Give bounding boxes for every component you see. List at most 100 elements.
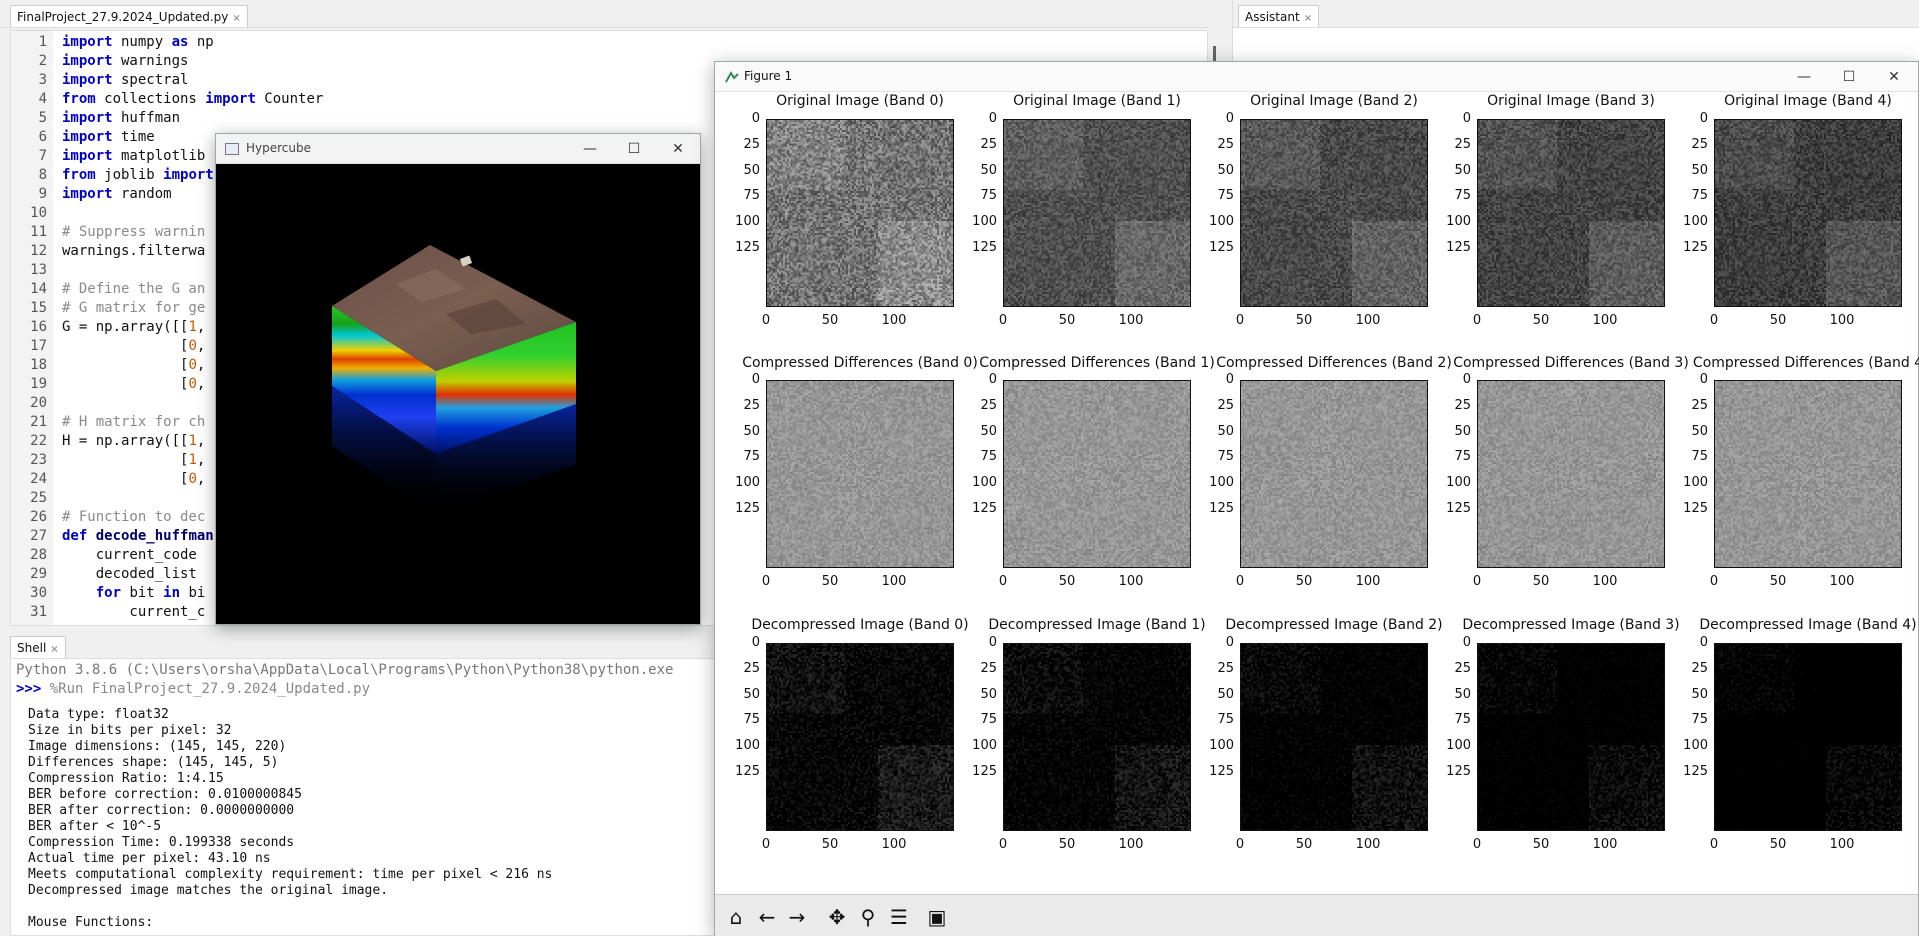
code-token: 1 <box>188 319 197 335</box>
close-button[interactable]: ✕ <box>666 138 690 160</box>
shell-tab[interactable]: Shell × <box>10 636 66 658</box>
minimize-button[interactable]: — <box>578 138 602 160</box>
back-arrow-icon[interactable]: ← <box>753 903 781 931</box>
x-tick-label: 0 <box>761 574 771 589</box>
close-tab-icon[interactable]: × <box>50 644 58 655</box>
figure-titlebar[interactable]: Figure 1 — ☐ ✕ <box>715 62 1918 92</box>
maximize-button[interactable]: ☐ <box>622 138 646 160</box>
y-tick-label: 25 <box>743 397 760 413</box>
minimize-button[interactable]: — <box>1792 66 1816 88</box>
close-button[interactable]: ✕ <box>1882 66 1906 88</box>
x-tick-label: 0 <box>1709 574 1719 589</box>
y-tick-label: 100 <box>1209 738 1234 754</box>
code-token: import <box>62 148 113 164</box>
y-tick-label: 50 <box>980 423 997 439</box>
code-token: [ <box>62 452 189 468</box>
zoom-magnifier-icon[interactable]: ⚲ <box>854 903 882 931</box>
x-tick-label: 50 <box>1532 837 1550 852</box>
code-token: , <box>196 471 206 487</box>
band-image-pixels <box>767 644 953 830</box>
x-tick-label: 100 <box>1118 837 1144 852</box>
y-tick-label: 25 <box>980 136 997 152</box>
y-tick-label: 100 <box>735 475 760 491</box>
shell-output-line: Mouse Functions: <box>28 915 154 930</box>
editor-scrollbar[interactable] <box>1213 46 1216 62</box>
subplot-title: Original Image (Band 4) <box>1724 93 1892 109</box>
close-tab-icon[interactable]: × <box>232 13 240 24</box>
y-tick-label: 50 <box>1217 686 1234 702</box>
y-tick-label: 25 <box>1691 136 1708 152</box>
y-tick-label: 75 <box>1691 712 1708 728</box>
y-tick-label: 125 <box>1446 240 1471 255</box>
y-tick-label: 100 <box>972 214 997 230</box>
line-number: 14 <box>30 281 47 297</box>
y-tick-label: 0 <box>1225 635 1234 650</box>
line-number: 8 <box>38 167 47 183</box>
code-line: import spectral <box>62 72 188 88</box>
code-token: 0 <box>188 471 197 487</box>
line-number: 28 <box>30 547 47 563</box>
editor-tabbar: FinalProject_27.9.2024_Updated.py × <box>0 0 1208 28</box>
line-number: 6 <box>38 129 47 145</box>
subplot-title: Original Image (Band 1) <box>1013 93 1181 109</box>
line-number: 4 <box>38 91 47 107</box>
x-tick-label: 0 <box>1235 837 1245 852</box>
y-tick-label: 25 <box>1454 660 1471 676</box>
y-tick-label: 50 <box>980 162 997 178</box>
band-image-pixels <box>1004 644 1190 830</box>
x-tick-label: 100 <box>1355 837 1381 852</box>
y-tick-label: 25 <box>1691 660 1708 676</box>
y-tick-label: 75 <box>1454 449 1471 465</box>
y-tick-label: 100 <box>972 475 997 491</box>
hypercube-render[interactable] <box>216 164 700 624</box>
assistant-tab-label: Assistant <box>1245 10 1300 24</box>
assistant-tab[interactable]: Assistant × <box>1238 5 1320 27</box>
y-tick-label: 100 <box>1446 214 1471 230</box>
line-number: 29 <box>30 566 47 582</box>
y-tick-label: 125 <box>972 501 997 516</box>
editor-tab[interactable]: FinalProject_27.9.2024_Updated.py × <box>10 5 248 27</box>
x-tick-label: 100 <box>1829 574 1855 589</box>
y-tick-label: 50 <box>743 423 760 439</box>
x-tick-label: 0 <box>1472 313 1482 328</box>
python-version-line: Python 3.8.6 (C:\Users\orsha\AppData\Loc… <box>16 662 674 678</box>
close-tab-icon[interactable]: × <box>1304 13 1312 24</box>
line-number: 10 <box>30 205 47 221</box>
pan-move-icon[interactable]: ✥ <box>823 903 851 931</box>
band-image-axes <box>1240 119 1428 307</box>
band-image-axes <box>1240 643 1428 831</box>
y-tick-label: 75 <box>1454 712 1471 728</box>
y-tick-label: 25 <box>1454 136 1471 152</box>
y-tick-label: 0 <box>1462 635 1471 650</box>
code-token: decoded_list <box>62 566 206 582</box>
forward-arrow-icon[interactable]: → <box>783 903 811 931</box>
figure-window[interactable]: Figure 1 — ☐ ✕ Original Image (Band 0) 0 2… <box>714 61 1919 936</box>
x-tick-label: 0 <box>1235 313 1245 328</box>
window-app-icon <box>225 143 239 155</box>
code-token: [ <box>62 338 189 354</box>
y-tick-label: 0 <box>751 111 760 126</box>
y-tick-label: 100 <box>1209 475 1234 491</box>
y-tick-label: 125 <box>1209 501 1234 516</box>
line-number: 25 <box>30 490 47 506</box>
code-token: from <box>62 91 96 107</box>
home-icon[interactable]: ⌂ <box>722 903 750 931</box>
hypercube-window[interactable]: Hypercube — ☐ ✕ <box>215 133 701 625</box>
x-tick-label: 0 <box>1235 574 1245 589</box>
line-number: 22 <box>30 433 47 449</box>
subplot-title: Compressed Differences (Band 3) <box>1453 355 1689 371</box>
save-figure-icon[interactable]: ▣ <box>923 903 951 931</box>
maximize-button[interactable]: ☐ <box>1837 66 1861 88</box>
shell-output-line: Decompressed image matches the original … <box>28 883 389 898</box>
shell-output-line: BER before correction: 0.0100000845 <box>28 787 302 802</box>
configure-subplots-icon[interactable]: ☰ <box>885 903 913 931</box>
subplot-title: Decompressed Image (Band 2) <box>1225 617 1443 633</box>
y-tick-label: 25 <box>1217 136 1234 152</box>
y-tick-label: 50 <box>1691 162 1708 178</box>
code-line: import numpy as np <box>62 34 214 50</box>
code-line: # H matrix for ch <box>62 414 205 430</box>
hypercube-titlebar[interactable]: Hypercube — ☐ ✕ <box>216 134 700 164</box>
band-image-pixels <box>1715 381 1901 567</box>
